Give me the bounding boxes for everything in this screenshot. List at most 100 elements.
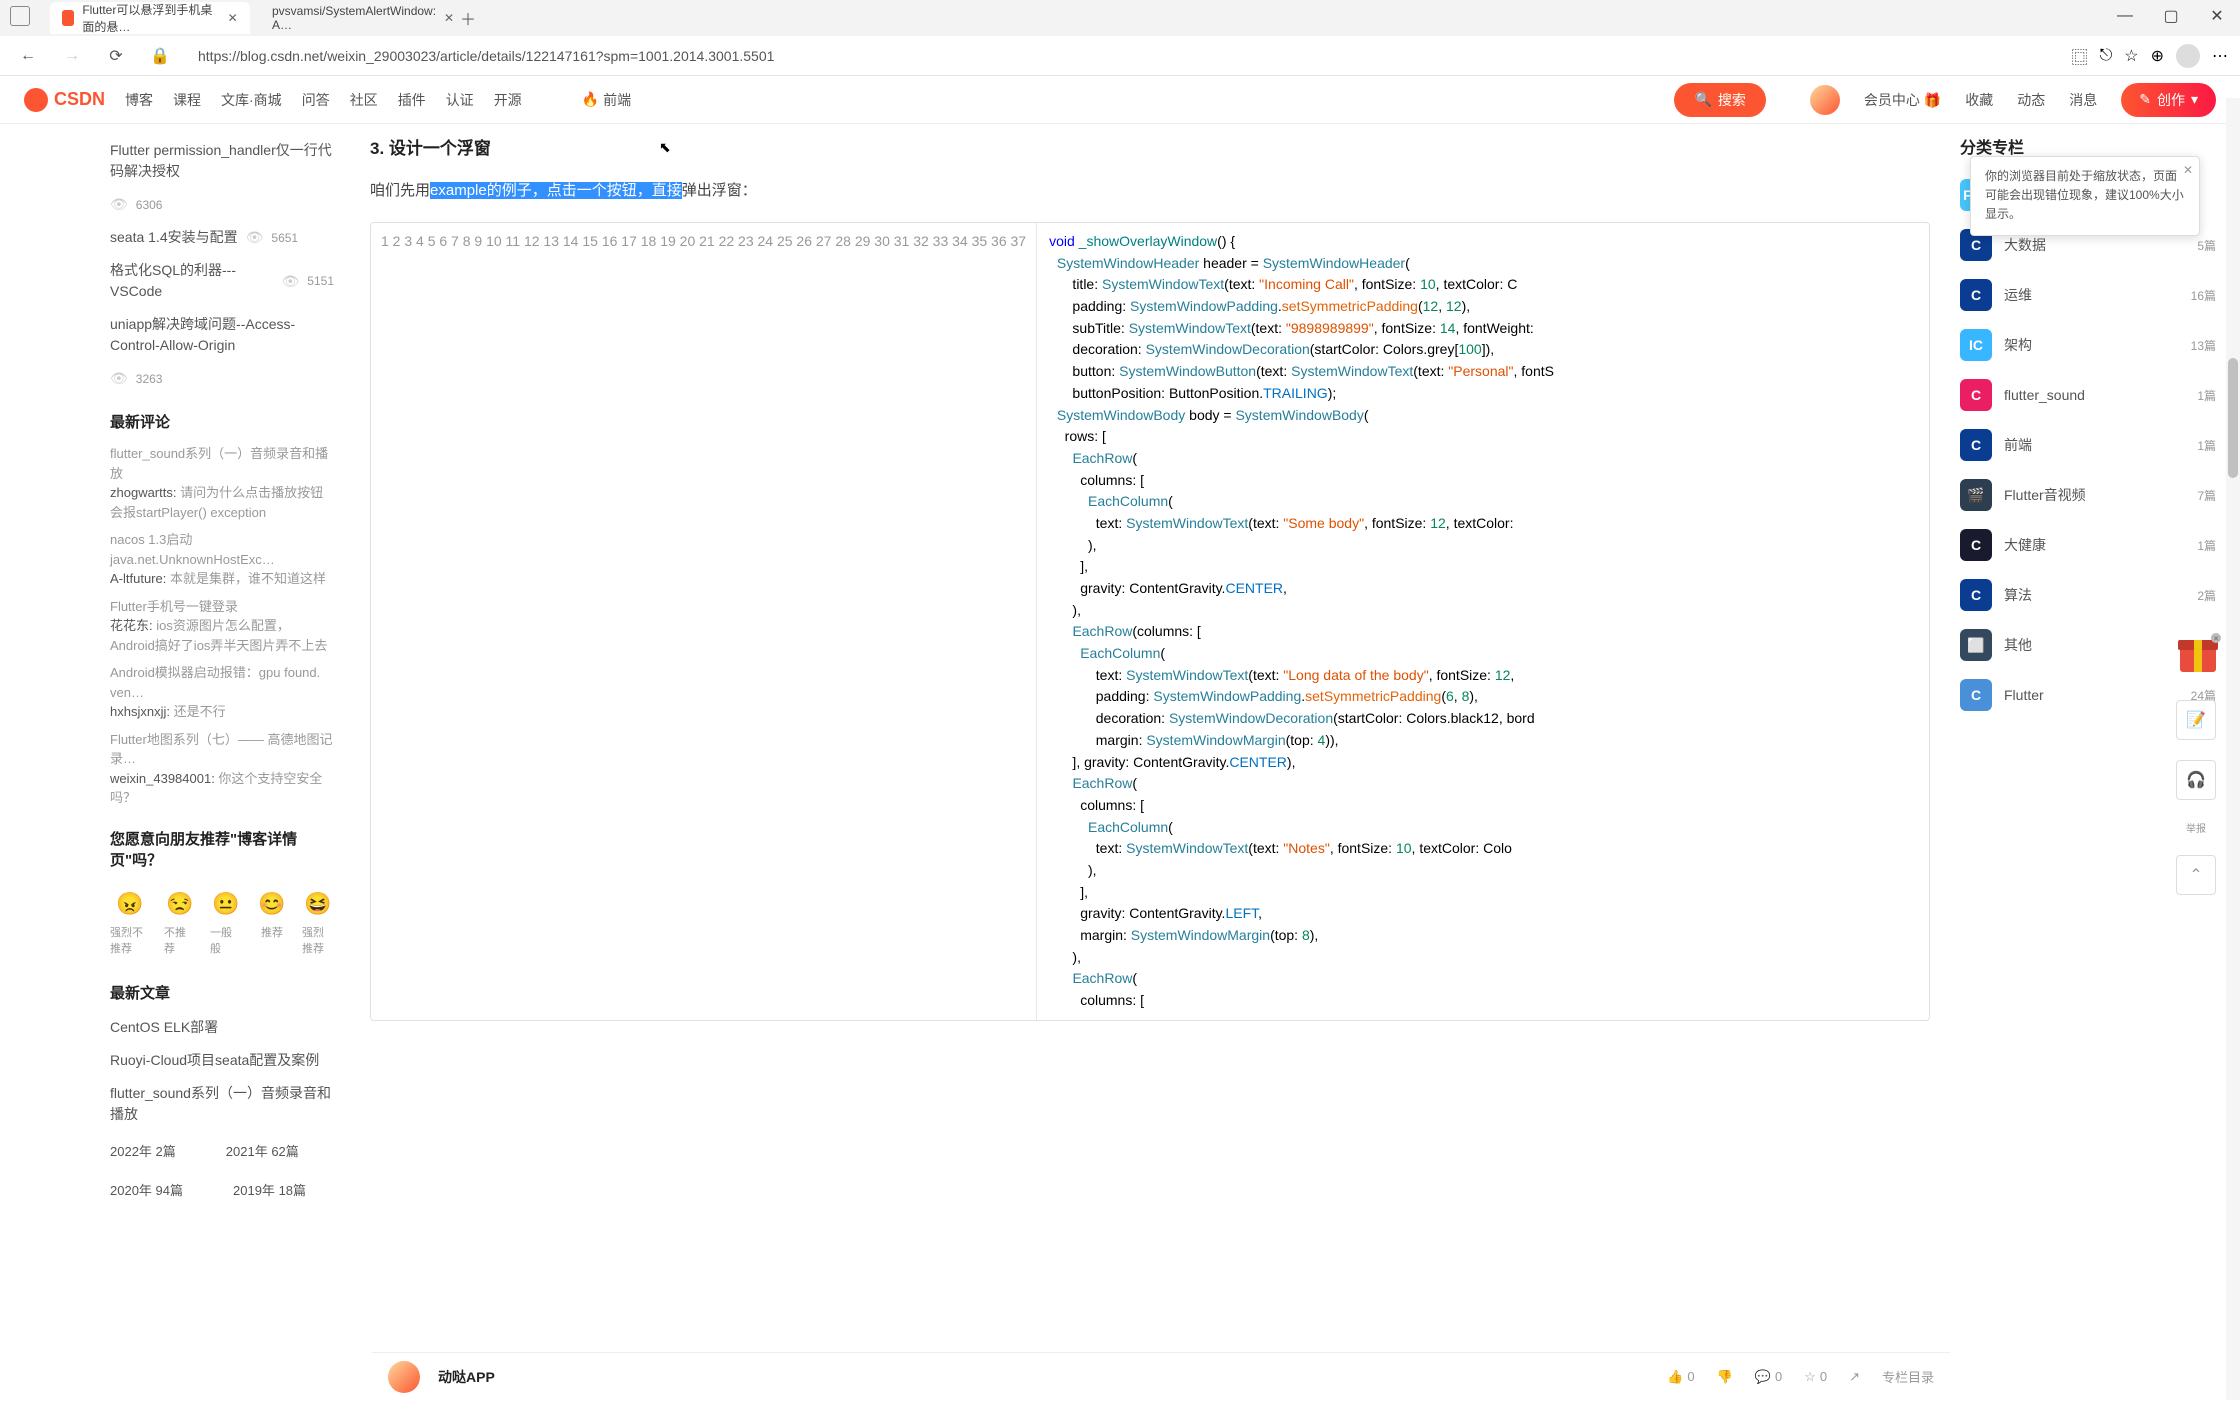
hot-topic[interactable]: 🔥前端	[582, 90, 631, 110]
refresh-button[interactable]: ⟳	[100, 40, 132, 72]
nav-lib[interactable]: 文库·商城	[221, 90, 282, 110]
gift-box-promo[interactable]: ✕	[2174, 628, 2222, 676]
nav-plugin[interactable]: 插件	[398, 90, 426, 110]
user-avatar[interactable]	[1810, 85, 1840, 115]
year-stats: 2020年 94篇 2019年 18篇	[110, 1170, 334, 1209]
browser-tabs: Flutter可以悬浮到手机桌面的悬… ✕ pvsvamsi/SystemAle…	[0, 0, 2240, 36]
dislike-button[interactable]: 👎	[1717, 1369, 1733, 1385]
category-item[interactable]: Cflutter_sound1篇	[1960, 370, 2216, 420]
category-item[interactable]: 🎬Flutter音视频7篇	[1960, 470, 2216, 520]
forward-button[interactable]: →	[56, 40, 88, 72]
profile-icon[interactable]	[2176, 44, 2200, 68]
eye-icon: 👁	[282, 271, 300, 292]
emoji-option[interactable]: 😆强烈推荐	[302, 888, 334, 956]
back-button[interactable]: ←	[12, 40, 44, 72]
activity-link[interactable]: 动态	[2017, 90, 2045, 110]
category-item[interactable]: IC架构13篇	[1960, 320, 2216, 370]
comment-item[interactable]: Android模拟器启动报错：gpu found. ven…hxhsjxnxjj…	[110, 659, 334, 726]
category-item[interactable]: C前端1篇	[1960, 420, 2216, 470]
scrollbar-thumb[interactable]	[2228, 358, 2238, 478]
nav-community[interactable]: 社区	[350, 90, 378, 110]
article-content: 3. 设计一个浮窗 咱们先用example的例子，点击一个按钮，直接弹出浮窗： …	[350, 124, 1950, 1426]
author-name[interactable]: 动哒APP	[438, 1367, 495, 1387]
year-stats: 2022年 2篇 2021年 62篇	[110, 1131, 334, 1170]
reader-icon[interactable]: ⿴	[2072, 44, 2088, 68]
share-button[interactable]: ↗	[1849, 1369, 1860, 1385]
share-icon: ↗	[1849, 1369, 1860, 1385]
scrollbar-track[interactable]	[2226, 98, 2240, 1400]
latest-article[interactable]: Ruoyi-Cloud项目seata配置及案例	[110, 1044, 334, 1077]
category-item[interactable]: C算法2篇	[1960, 570, 2216, 620]
search-button[interactable]: 🔍搜索	[1674, 83, 1765, 117]
related-article[interactable]: 格式化SQL的利器---VSCode 👁5151	[110, 254, 334, 308]
star-icon: ☆	[1804, 1369, 1816, 1385]
tab-inactive[interactable]: pvsvamsi/SystemAlertWindow: A… ✕	[252, 2, 452, 34]
scroll-top-button[interactable]: ⌃	[2176, 855, 2216, 895]
translate-icon[interactable]: ⎋	[2100, 47, 2113, 65]
csdn-logo[interactable]: CSDN	[24, 88, 105, 112]
emoji-option[interactable]: 😒不推荐	[164, 888, 196, 956]
author-avatar[interactable]	[388, 1361, 420, 1393]
emoji-option[interactable]: 😊推荐	[256, 888, 288, 956]
emoji-option[interactable]: 😐一般般	[210, 888, 242, 956]
code-block[interactable]: 1 2 3 4 5 6 7 8 9 10 11 12 13 14 15 16 1…	[370, 222, 1930, 1021]
nav-opensource[interactable]: 开源	[494, 90, 522, 110]
selected-text: example的例子，点击一个按钮，直接	[430, 182, 682, 199]
comment-item[interactable]: Flutter手机号一键登录花花东: ios资源图片怎么配置，Android搞好…	[110, 593, 334, 660]
msg-link[interactable]: 消息	[2069, 90, 2097, 110]
site-info-icon[interactable]: 🔒	[144, 40, 176, 72]
create-button[interactable]: ✎创作▾	[2121, 83, 2216, 117]
year-stat[interactable]: 2022年 2篇	[110, 1141, 176, 1160]
recommend-heading: 您愿意向朋友推荐"博客详情页"吗？	[110, 812, 334, 878]
nav-course[interactable]: 课程	[173, 90, 201, 110]
year-stat[interactable]: 2021年 62篇	[226, 1141, 299, 1160]
star-button[interactable]: ☆0	[1804, 1369, 1827, 1385]
eye-icon: 👁	[246, 227, 264, 248]
url-input[interactable]: https://blog.csdn.net/weixin_29003023/ar…	[188, 41, 2060, 71]
address-bar: ← → ⟳ 🔒 https://blog.csdn.net/weixin_290…	[0, 36, 2240, 76]
tab-title: pvsvamsi/SystemAlertWindow: A…	[272, 4, 436, 32]
year-stat[interactable]: 2020年 94篇	[110, 1180, 183, 1199]
related-article[interactable]: uniapp解决跨域问题--Access-Control-Allow-Origi…	[110, 308, 334, 362]
comment-item[interactable]: flutter_sound系列（一）音频录音和播放zhogwartts: 请问为…	[110, 440, 334, 526]
maximize-button[interactable]: ▢	[2148, 0, 2194, 32]
comment-item[interactable]: nacos 1.3启动java.net.UnknownHostExc…A-ltf…	[110, 526, 334, 593]
emoji-option[interactable]: 😠强烈不推荐	[110, 888, 150, 956]
tab-active[interactable]: Flutter可以悬浮到手机桌面的悬… ✕	[50, 2, 250, 34]
comment-button[interactable]: 💬0	[1755, 1369, 1782, 1385]
nav-qa[interactable]: 问答	[302, 90, 330, 110]
close-button[interactable]: ✕	[2194, 0, 2240, 32]
sidebar-toggle-icon[interactable]	[10, 6, 30, 26]
menu-icon[interactable]: ⋯	[2212, 46, 2228, 66]
favorites-icon[interactable]: ☆	[2124, 46, 2138, 66]
new-tab-button[interactable]: ＋	[454, 4, 482, 32]
minimize-button[interactable]: —	[2102, 0, 2148, 32]
related-article[interactable]: seata 1.4安装与配置 👁5651	[110, 221, 334, 254]
nav-cert[interactable]: 认证	[446, 90, 474, 110]
code-content[interactable]: void _showOverlayWindow() { SystemWindow…	[1037, 223, 1929, 1020]
category-item[interactable]: C运维16篇	[1960, 270, 2216, 320]
close-icon[interactable]: ✕	[2183, 161, 2193, 180]
vip-link[interactable]: 会员中心 🎁	[1864, 90, 1941, 110]
like-button[interactable]: 👍0	[1667, 1369, 1694, 1385]
search-icon: 🔍	[1694, 91, 1711, 108]
collections-icon[interactable]: ⊕	[2151, 46, 2164, 66]
close-icon[interactable]: ✕	[227, 11, 238, 25]
year-stat[interactable]: 2019年 18篇	[233, 1180, 306, 1199]
zoom-warning-tooltip: ✕ 你的浏览器目前处于缩放状态，页面可能会出现错位现象，建议100%大小显示。	[1970, 156, 2200, 236]
fav-link[interactable]: 收藏	[1965, 90, 1993, 110]
comment-item[interactable]: Flutter地图系列（七）—— 高德地图记录…weixin_43984001:…	[110, 726, 334, 812]
report-label[interactable]: 举报	[2186, 820, 2206, 835]
category-item[interactable]: C大健康1篇	[1960, 520, 2216, 570]
tab-favicon	[62, 10, 74, 26]
comments-heading: 最新评论	[110, 395, 334, 440]
toc-button[interactable]: 专栏目录	[1882, 1367, 1934, 1386]
close-icon[interactable]: ✕	[444, 11, 454, 25]
latest-article[interactable]: CentOS ELK部署	[110, 1011, 334, 1044]
logo-icon	[24, 88, 48, 112]
note-button[interactable]: 📝	[2176, 700, 2216, 740]
headset-button[interactable]: 🎧	[2176, 760, 2216, 800]
related-article[interactable]: Flutter permission_handler仅一行代码解决授权	[110, 134, 334, 188]
latest-article[interactable]: flutter_sound系列（一）音频录音和播放	[110, 1077, 334, 1131]
nav-blog[interactable]: 博客	[125, 90, 153, 110]
